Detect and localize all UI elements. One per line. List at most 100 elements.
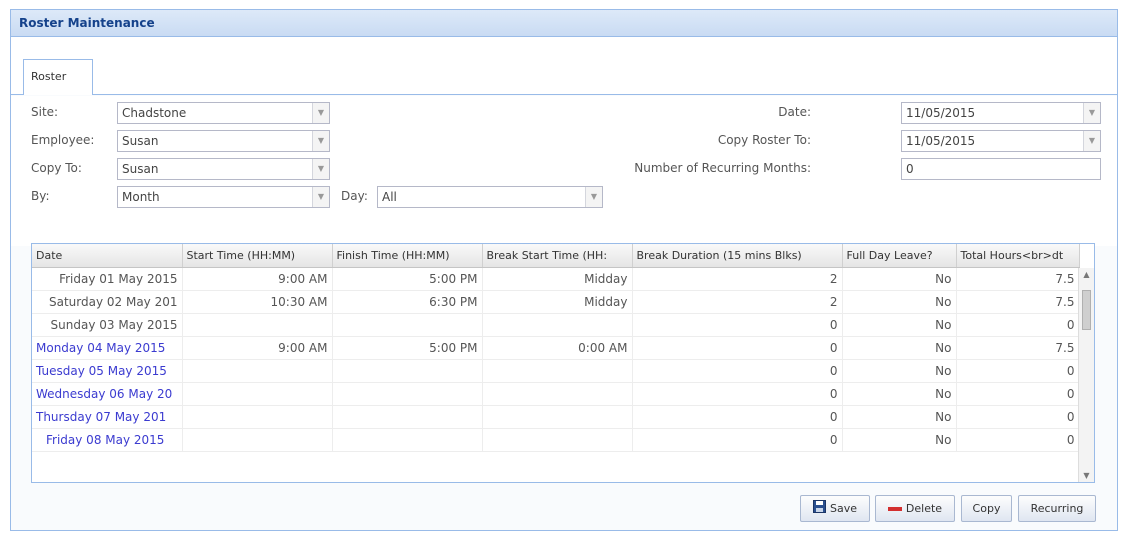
employee-label: Employee: bbox=[31, 133, 95, 147]
copy-button[interactable]: Copy bbox=[961, 495, 1012, 522]
column-header-date[interactable]: Date bbox=[32, 244, 183, 268]
cell-finish-time[interactable]: 5:00 PM bbox=[332, 267, 483, 291]
cell-break-duration[interactable]: 0 bbox=[632, 428, 843, 452]
cell-full-day-leave[interactable]: No bbox=[842, 313, 957, 337]
copy-to-select[interactable]: Susan ▼ bbox=[117, 158, 330, 180]
day-label: Day: bbox=[341, 189, 368, 203]
cell-break-start[interactable] bbox=[482, 313, 633, 337]
day-select[interactable]: All ▼ bbox=[377, 186, 603, 208]
cell-break-start[interactable] bbox=[482, 359, 633, 383]
chevron-down-icon[interactable]: ▼ bbox=[585, 187, 602, 207]
delete-button[interactable]: Delete bbox=[875, 495, 955, 522]
cell-date[interactable]: Thursday 07 May 201 bbox=[32, 405, 183, 429]
cell-finish-time[interactable] bbox=[332, 313, 483, 337]
table-row[interactable]: Wednesday 06 May 20 0 No 0 bbox=[32, 382, 1080, 406]
cell-finish-time[interactable] bbox=[332, 405, 483, 429]
cell-start-time[interactable] bbox=[182, 359, 333, 383]
cell-start-time[interactable] bbox=[182, 313, 333, 337]
grid-vertical-scrollbar[interactable]: ▲ ▼ bbox=[1078, 268, 1094, 482]
cell-date[interactable]: Wednesday 06 May 20 bbox=[32, 382, 183, 406]
cell-break-start[interactable] bbox=[482, 405, 633, 429]
table-row[interactable]: Monday 04 May 2015 9:00 AM 5:00 PM 0:00 … bbox=[32, 336, 1080, 360]
scroll-up-icon[interactable]: ▲ bbox=[1079, 270, 1094, 279]
cell-date[interactable]: Friday 01 May 2015 bbox=[32, 267, 183, 291]
cell-full-day-leave[interactable]: No bbox=[842, 267, 957, 291]
cell-finish-time[interactable]: 6:30 PM bbox=[332, 290, 483, 314]
chevron-down-icon[interactable]: ▼ bbox=[312, 159, 329, 179]
scrollbar-thumb[interactable] bbox=[1082, 290, 1091, 330]
date-picker[interactable]: 11/05/2015 ▼ bbox=[901, 102, 1101, 124]
cell-break-duration[interactable]: 0 bbox=[632, 313, 843, 337]
cell-date[interactable]: Sunday 03 May 2015 bbox=[32, 313, 183, 337]
cell-date[interactable]: Saturday 02 May 201 bbox=[32, 290, 183, 314]
column-header-start-time[interactable]: Start Time (HH:MM) bbox=[182, 244, 333, 268]
table-row[interactable]: Thursday 07 May 201 0 No 0 bbox=[32, 405, 1080, 429]
cell-finish-time[interactable]: 5:00 PM bbox=[332, 336, 483, 360]
cell-break-duration[interactable]: 0 bbox=[632, 336, 843, 360]
cell-start-time[interactable]: 9:00 AM bbox=[182, 267, 333, 291]
panel-body: Roster Site: Chadstone ▼ Employee: Susan… bbox=[11, 38, 1117, 530]
roster-form: Site: Chadstone ▼ Employee: Susan ▼ Copy… bbox=[11, 96, 1117, 246]
cell-break-duration[interactable]: 2 bbox=[632, 290, 843, 314]
cell-full-day-leave[interactable]: No bbox=[842, 336, 957, 360]
tab-roster[interactable]: Roster bbox=[23, 59, 93, 95]
cell-total-hours: 7.5 bbox=[956, 267, 1080, 291]
cell-break-start[interactable]: Midday bbox=[482, 267, 633, 291]
recurring-button[interactable]: Recurring bbox=[1018, 495, 1096, 522]
copy-roster-to-picker[interactable]: 11/05/2015 ▼ bbox=[901, 130, 1101, 152]
grid-header-row: Date Start Time (HH:MM) Finish Time (HH:… bbox=[32, 244, 1080, 268]
chevron-down-icon[interactable]: ▼ bbox=[312, 103, 329, 123]
cell-finish-time[interactable] bbox=[332, 428, 483, 452]
cell-break-duration[interactable]: 0 bbox=[632, 359, 843, 383]
table-row[interactable]: Saturday 02 May 201 10:30 AM 6:30 PM Mid… bbox=[32, 290, 1080, 314]
cell-break-start[interactable]: 0:00 AM bbox=[482, 336, 633, 360]
cell-break-start[interactable] bbox=[482, 382, 633, 406]
employee-select[interactable]: Susan ▼ bbox=[117, 130, 330, 152]
cell-start-time[interactable] bbox=[182, 382, 333, 406]
table-row[interactable]: Tuesday 05 May 2015 0 No 0 bbox=[32, 359, 1080, 383]
cell-finish-time[interactable] bbox=[332, 359, 483, 383]
table-row[interactable]: Friday 01 May 2015 9:00 AM 5:00 PM Midda… bbox=[32, 267, 1080, 291]
cell-full-day-leave[interactable]: No bbox=[842, 382, 957, 406]
cell-start-time[interactable] bbox=[182, 428, 333, 452]
cell-break-start[interactable]: Midday bbox=[482, 290, 633, 314]
scroll-down-icon[interactable]: ▼ bbox=[1079, 471, 1094, 480]
chevron-down-icon[interactable]: ▼ bbox=[312, 131, 329, 151]
by-select[interactable]: Month ▼ bbox=[117, 186, 330, 208]
calendar-trigger-icon[interactable]: ▼ bbox=[1083, 103, 1100, 123]
copy-to-label: Copy To: bbox=[31, 161, 82, 175]
cell-date[interactable]: Tuesday 05 May 2015 bbox=[32, 359, 183, 383]
roster-grid: Date Start Time (HH:MM) Finish Time (HH:… bbox=[31, 243, 1095, 483]
cell-break-duration[interactable]: 0 bbox=[632, 405, 843, 429]
column-header-break-duration[interactable]: Break Duration (15 mins Blks) bbox=[632, 244, 843, 268]
cell-full-day-leave[interactable]: No bbox=[842, 405, 957, 429]
cell-break-duration[interactable]: 0 bbox=[632, 382, 843, 406]
calendar-trigger-icon[interactable]: ▼ bbox=[1083, 131, 1100, 151]
table-row[interactable]: Sunday 03 May 2015 0 No 0 bbox=[32, 313, 1080, 337]
cell-start-time[interactable]: 10:30 AM bbox=[182, 290, 333, 314]
site-select[interactable]: Chadstone ▼ bbox=[117, 102, 330, 124]
roster-maintenance-panel: Roster Maintenance Roster Site: Chadston… bbox=[10, 9, 1118, 531]
column-header-total-hours[interactable]: Total Hours<br>dt bbox=[956, 244, 1080, 268]
column-header-finish-time[interactable]: Finish Time (HH:MM) bbox=[332, 244, 483, 268]
column-header-break-start[interactable]: Break Start Time (HH: bbox=[482, 244, 633, 268]
cell-start-time[interactable] bbox=[182, 405, 333, 429]
cell-date[interactable]: Monday 04 May 2015 bbox=[32, 336, 183, 360]
recurring-months-input[interactable]: 0 bbox=[901, 158, 1101, 180]
save-button[interactable]: Save bbox=[800, 495, 870, 522]
cell-total-hours: 7.5 bbox=[956, 336, 1080, 360]
cell-total-hours: 0 bbox=[956, 359, 1080, 383]
cell-full-day-leave[interactable]: No bbox=[842, 359, 957, 383]
cell-full-day-leave[interactable]: No bbox=[842, 290, 957, 314]
recurring-months-label: Number of Recurring Months: bbox=[634, 161, 811, 175]
cell-start-time[interactable]: 9:00 AM bbox=[182, 336, 333, 360]
cell-break-duration[interactable]: 2 bbox=[632, 267, 843, 291]
cell-full-day-leave[interactable]: No bbox=[842, 428, 957, 452]
table-row[interactable]: Friday 08 May 2015 0 No 0 bbox=[32, 428, 1080, 452]
cell-date[interactable]: Friday 08 May 2015 bbox=[32, 428, 183, 452]
chevron-down-icon[interactable]: ▼ bbox=[312, 187, 329, 207]
cell-finish-time[interactable] bbox=[332, 382, 483, 406]
cell-break-start[interactable] bbox=[482, 428, 633, 452]
cell-total-hours: 0 bbox=[956, 428, 1080, 452]
column-header-full-day-leave[interactable]: Full Day Leave? bbox=[842, 244, 957, 268]
